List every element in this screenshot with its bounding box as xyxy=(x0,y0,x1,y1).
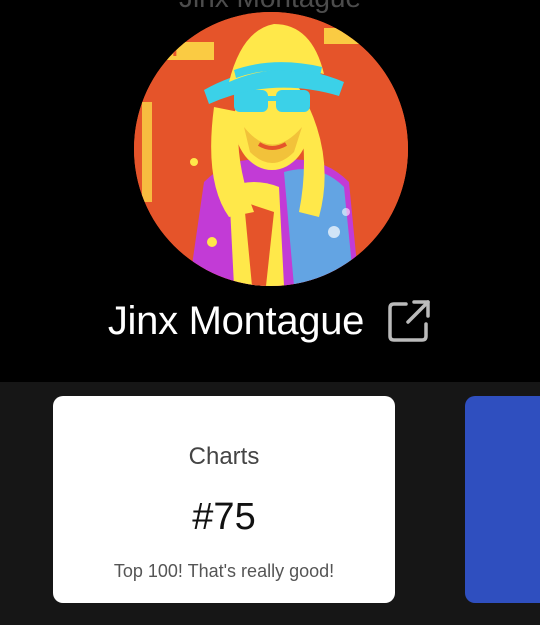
next-card[interactable] xyxy=(465,396,540,603)
artist-photo-image: HT xyxy=(134,12,408,286)
artist-header: Jinx Montague xyxy=(0,290,540,352)
artist-name: Jinx Montague xyxy=(107,298,365,343)
artist-avatar: HT xyxy=(134,12,408,286)
svg-text:HT: HT xyxy=(156,41,180,60)
card-title: Charts xyxy=(188,443,260,470)
external-link-icon[interactable] xyxy=(386,298,432,344)
stats-carousel[interactable]: Charts #75 Top 100! That's really good! xyxy=(0,382,540,625)
card-value: #75 xyxy=(192,496,256,538)
card-subtitle: Top 100! That's really good! xyxy=(113,561,335,581)
charts-card[interactable]: Charts #75 Top 100! That's really good! xyxy=(53,396,395,603)
